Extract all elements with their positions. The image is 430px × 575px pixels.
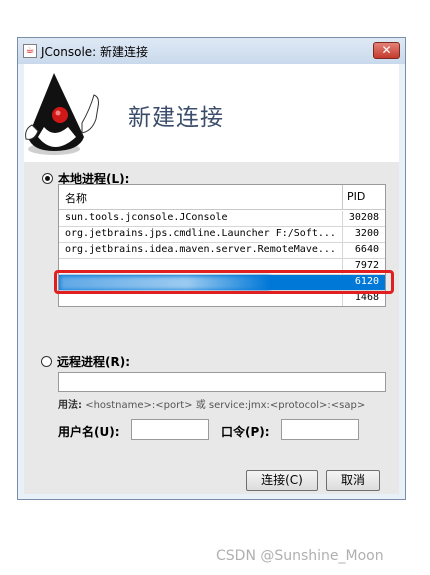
- column-header-pid[interactable]: PID: [347, 190, 365, 203]
- password-label: 口令(P):: [221, 425, 270, 439]
- remote-address-input[interactable]: [58, 372, 386, 392]
- banner-title: 新建连接: [128, 105, 224, 131]
- window-title: JConsole: 新建连接: [41, 45, 149, 59]
- title-bar[interactable]: ☕ JConsole: 新建连接 ✕: [18, 38, 405, 64]
- cancel-button[interactable]: 取消: [326, 470, 380, 491]
- process-pid: 3200: [354, 228, 379, 239]
- table-row[interactable]: org.jetbrains.jps.cmdline.Launcher F:/So…: [59, 227, 385, 243]
- remote-process-option[interactable]: 远程进程(R):: [41, 353, 130, 370]
- column-divider: [342, 185, 343, 209]
- process-name: org.jetbrains.idea.maven.server.RemoteMa…: [65, 244, 336, 255]
- remote-process-label: 远程进程(R):: [57, 355, 131, 369]
- watermark: CSDN @Sunshine_Moon: [216, 548, 384, 564]
- cell-divider: [342, 227, 343, 243]
- column-header-name[interactable]: 名称: [65, 190, 87, 206]
- process-pid: 6640: [354, 244, 379, 255]
- username-label: 用户名(U):: [58, 425, 120, 439]
- cell-divider: [342, 243, 343, 259]
- usage-text: <hostname>:<port> 或 service:jmx:<protoco…: [85, 400, 366, 411]
- table-header: 名称 PID: [59, 185, 385, 210]
- highlight-annotation: [54, 270, 394, 294]
- java-cup-icon: ☕: [23, 44, 37, 58]
- username-field[interactable]: [131, 419, 209, 440]
- connect-button[interactable]: 连接(C): [246, 470, 318, 491]
- remote-process-radio[interactable]: [41, 356, 52, 367]
- process-pid: 30208: [348, 212, 379, 223]
- banner: 新建连接: [24, 64, 399, 162]
- cell-divider: [342, 211, 343, 227]
- process-name: org.jetbrains.jps.cmdline.Launcher F:/So…: [65, 228, 336, 239]
- process-name: sun.tools.jconsole.JConsole: [65, 212, 228, 223]
- table-row[interactable]: org.jetbrains.idea.maven.server.RemoteMa…: [59, 243, 385, 259]
- password-field[interactable]: [281, 419, 359, 440]
- table-row[interactable]: sun.tools.jconsole.JConsole 30208: [59, 211, 385, 227]
- usage-hint: 用法: <hostname>:<port> 或 service:jmx:<pro…: [58, 396, 365, 411]
- usage-label: 用法:: [58, 400, 82, 411]
- duke-mascot-icon: [25, 73, 99, 155]
- local-process-radio[interactable]: [42, 173, 53, 184]
- close-button[interactable]: ✕: [373, 42, 400, 59]
